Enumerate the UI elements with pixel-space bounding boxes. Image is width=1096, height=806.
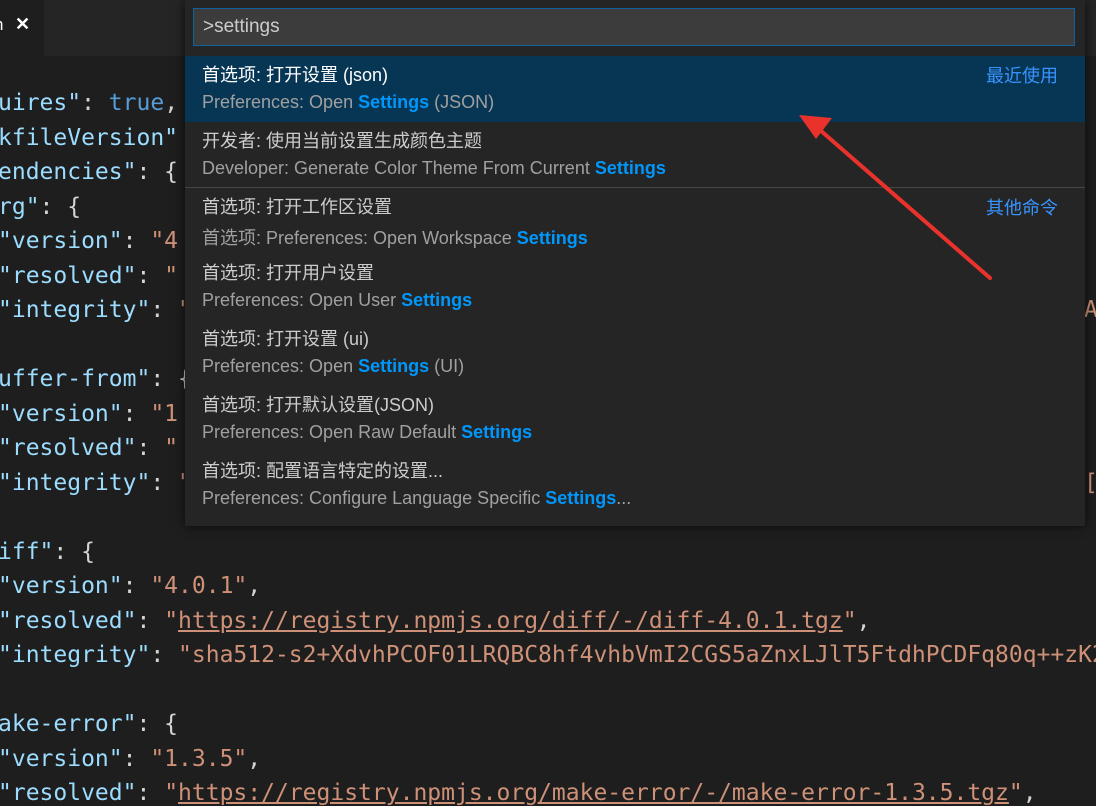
code-line: "resolved": "https://registry.npmjs.org/… (0, 607, 871, 634)
command-item-open-user-settings[interactable]: 首选项: 打开用户设置 Preferences: Open User Setti… (185, 254, 1085, 320)
match-highlight: Settings (401, 290, 473, 310)
code-line: endencies": { (0, 159, 179, 185)
command-label: 首选项: 打开设置 (json) (202, 65, 389, 85)
code-fragment: A: (1084, 297, 1096, 323)
command-item-open-settings-json[interactable]: 首选项: 打开设置 (json) Preferences: Open Setti… (185, 56, 1085, 122)
command-palette: 首选项: 打开设置 (json) Preferences: Open Setti… (185, 0, 1085, 526)
command-list: 首选项: 打开设置 (json) Preferences: Open Setti… (185, 56, 1085, 518)
code-line: uires": true, (0, 90, 179, 116)
command-palette-input-box (193, 8, 1075, 46)
code-line: "resolved": " (0, 262, 179, 289)
code-line: "resolved": "https://registry.npmjs.org/… (0, 780, 1037, 806)
command-detail: Preferences: Open Raw Default Settings (202, 422, 533, 442)
command-item-generate-color-theme[interactable]: 开发者: 使用当前设置生成颜色主题 Developer: Generate Co… (185, 122, 1085, 188)
command-item-open-default-settings-json[interactable]: 首选项: 打开默认设置(JSON) Preferences: Open Raw … (185, 386, 1085, 452)
code-line: "version": "4 (0, 228, 179, 254)
command-palette-input[interactable] (194, 9, 1074, 45)
code-line: uffer-from": { (0, 366, 192, 392)
match-highlight: Settings (545, 488, 617, 508)
editor-tab[interactable]: n ✕ (0, 0, 44, 56)
match-highlight: Settings (461, 422, 533, 442)
tab-label: n (0, 15, 3, 35)
command-item-open-workspace-settings[interactable]: 首选项: 打开工作区设置 首选项: Preferences: Open Work… (185, 188, 1085, 254)
command-label: 首选项: 配置语言特定的设置... (202, 461, 444, 481)
code-line: kfileVersion" (0, 124, 179, 151)
match-highlight: Settings (358, 92, 430, 112)
command-detail: Preferences: Configure Language Specific… (202, 488, 632, 508)
command-item-open-settings-ui[interactable]: 首选项: 打开设置 (ui) Preferences: Open Setting… (185, 320, 1085, 386)
command-label: 开发者: 使用当前设置生成颜色主题 (202, 131, 483, 151)
code-line: iff": { (0, 538, 95, 565)
code-fragment: [ (1084, 466, 1096, 500)
command-item-configure-language-settings[interactable]: 首选项: 配置语言特定的设置... Preferences: Configure… (185, 452, 1085, 518)
command-detail: Developer: Generate Color Theme From Cur… (202, 158, 666, 178)
command-detail: Preferences: Open Settings (UI) (202, 356, 465, 376)
command-label: 首选项: 打开默认设置(JSON) (202, 395, 434, 415)
code-line: "integrity": " (0, 469, 192, 496)
command-label: 首选项: 打开工作区设置 (202, 197, 393, 217)
code-line: rg": { (0, 193, 82, 220)
code-line: "version": "4.0.1", (0, 573, 262, 599)
command-detail: Preferences: Open Settings (JSON) (202, 92, 495, 112)
code-line: "integrity": " (0, 297, 192, 323)
code-line: ake-error": { (0, 711, 179, 737)
match-highlight: Settings (358, 356, 430, 376)
recently-used-badge: 最近使用 (986, 66, 1058, 86)
code-line: "version": "1.3.5", (0, 745, 262, 772)
code-line: "version": "1 (0, 400, 179, 427)
other-commands-badge: 其他命令 (986, 198, 1058, 218)
match-highlight: Settings (594, 158, 666, 178)
command-detail: Preferences: Open User Settings (202, 290, 473, 310)
command-label: 首选项: 打开设置 (ui) (202, 329, 370, 349)
match-highlight: Settings (516, 228, 588, 248)
code-line: "integrity": "sha512-s2+XdvhPCOF01LRQBC8… (0, 642, 1096, 668)
command-label: 首选项: 打开用户设置 (202, 263, 375, 283)
command-detail: 首选项: Preferences: Open Workspace Setting… (202, 228, 588, 248)
code-line: "resolved": " (0, 435, 179, 461)
close-icon[interactable]: ✕ (15, 14, 30, 35)
